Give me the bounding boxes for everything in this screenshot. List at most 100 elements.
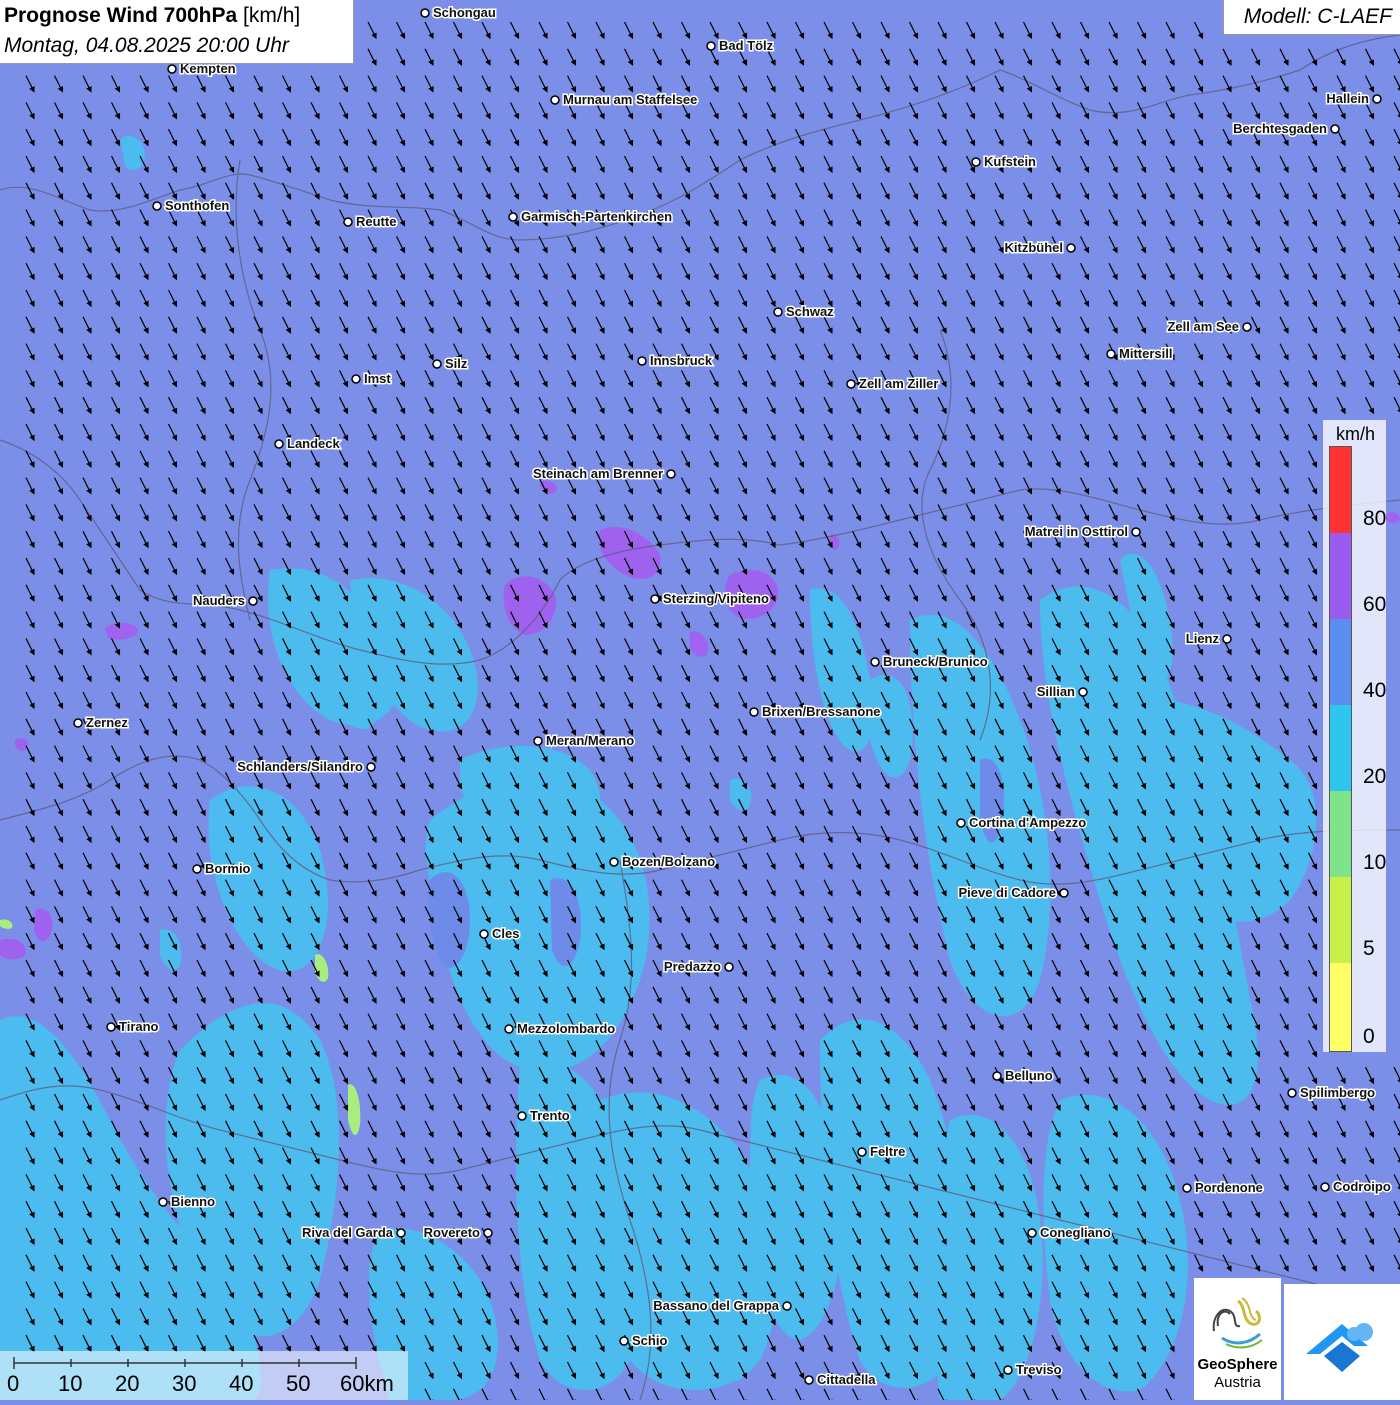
city-label: Bormio — [205, 861, 251, 876]
app-logo[interactable] — [1284, 1284, 1400, 1400]
forecast-datetime: Montag, 04.08.2025 20:00 Uhr — [4, 34, 289, 57]
city-dot — [1027, 1228, 1037, 1238]
model-label: Modell: C-LAEF — [1243, 5, 1392, 28]
map-title: Prognose Wind 700hPa [km/h] — [4, 4, 300, 28]
city-label: Berchtesgaden — [1233, 121, 1327, 136]
city-label: Hallein — [1326, 91, 1369, 106]
city-dot — [396, 1228, 406, 1238]
map-title-unit: [km/h] — [243, 4, 301, 27]
legend-color-bar — [1329, 446, 1352, 1052]
scale-label-40: 40 — [229, 1371, 254, 1396]
city-label: Imst — [364, 371, 391, 386]
geosphere-name: GeoSphere — [1197, 1356, 1278, 1373]
city-dot — [773, 307, 783, 317]
city-label: Pieve di Cadore — [958, 885, 1056, 900]
city-label: Sillian — [1037, 684, 1075, 699]
city-dot — [706, 41, 716, 51]
city-label: Silz — [445, 356, 468, 371]
city-label: Nauders — [193, 593, 245, 608]
title-box: Prognose Wind 700hPa [km/h] Montag, 04.0… — [0, 0, 354, 64]
city-dot — [870, 657, 880, 667]
city-label: Bruneck/Brunico — [883, 654, 988, 669]
city-dot — [609, 857, 619, 867]
city-label: Kufstein — [984, 154, 1036, 169]
city-label: Sterzing/Vipiteno — [663, 591, 769, 606]
city-dot — [1106, 349, 1116, 359]
legend-swatch-10 — [1330, 791, 1351, 877]
wind-map[interactable]: SchongauBad TölzKemptenMurnau am Staffel… — [0, 0, 1400, 1400]
legend-tick-60: 60 — [1363, 593, 1387, 616]
legend-swatch-80 — [1330, 447, 1351, 533]
city-dot — [666, 469, 676, 479]
city-label: Matrei in Osttirol — [1025, 524, 1128, 539]
legend-unit: km/h — [1336, 424, 1376, 444]
city-dot — [274, 439, 284, 449]
city-label: Bassano del Grappa — [653, 1298, 779, 1313]
city-dot — [1059, 888, 1069, 898]
city-label: Conegliano — [1040, 1225, 1111, 1240]
city-dot — [1066, 243, 1076, 253]
city-label: Zernez — [86, 715, 128, 730]
city-label: Kitzbühel — [1005, 240, 1064, 255]
city-label: Tirano — [119, 1019, 159, 1034]
city-dot — [1242, 322, 1252, 332]
geosphere-logo[interactable]: GeoSphere Austria — [1194, 1278, 1281, 1400]
city-label: Innsbruck — [650, 353, 713, 368]
city-label: Zell am See — [1167, 319, 1239, 334]
city-dot — [1372, 94, 1382, 104]
city-label: Brixen/Bressanone — [762, 704, 881, 719]
city-label: Predazzo — [664, 959, 721, 974]
city-label: Bozen/Bolzano — [622, 854, 715, 869]
legend-tick-0: 0 — [1363, 1025, 1375, 1048]
city-dot — [1222, 634, 1232, 644]
city-dot — [420, 8, 430, 18]
city-dot — [192, 864, 202, 874]
legend-swatch-40 — [1330, 619, 1351, 705]
city-dot — [533, 736, 543, 746]
city-label: Lienz — [1186, 631, 1220, 646]
city-dot — [167, 64, 177, 74]
geosphere-country: Austria — [1214, 1374, 1261, 1391]
city-dot — [517, 1111, 527, 1121]
city-label: Bienno — [171, 1194, 215, 1209]
city-dot — [782, 1301, 792, 1311]
city-dot — [158, 1197, 168, 1207]
city-dot — [749, 707, 759, 717]
city-dot — [1320, 1182, 1330, 1192]
legend-swatch-5 — [1330, 877, 1351, 963]
city-label: Zell am Ziller — [859, 376, 938, 391]
city-dot — [971, 157, 981, 167]
city-label: Cortina d'Ampezzo — [969, 815, 1086, 830]
city-dot — [366, 762, 376, 772]
city-label: Schlanders/Silandro — [237, 759, 363, 774]
legend-tick-10: 10 — [1363, 851, 1387, 874]
city-dot — [432, 359, 442, 369]
city-dot — [508, 212, 518, 222]
city-label: Steinach am Brenner — [533, 466, 663, 481]
city-dot — [248, 596, 258, 606]
city-label: Schongau — [433, 5, 496, 20]
city-label: Pordenone — [1195, 1180, 1263, 1195]
city-label: Murnau am Staffelsee — [563, 92, 697, 107]
city-dot — [1182, 1183, 1192, 1193]
city-label: Rovereto — [424, 1225, 480, 1240]
city-label: Mittersill — [1119, 346, 1172, 361]
city-dot — [152, 201, 162, 211]
scale-label-30: 30 — [172, 1371, 197, 1396]
city-label: Treviso — [1016, 1362, 1062, 1377]
city-label: Garmisch-Partenkirchen — [521, 209, 672, 224]
legend-tick-80: 80 — [1363, 507, 1387, 530]
city-dot — [343, 217, 353, 227]
city-dot — [1131, 527, 1141, 537]
city-dot — [846, 379, 856, 389]
city-label: Reutte — [356, 214, 396, 229]
city-dot — [550, 95, 560, 105]
city-dot — [1078, 687, 1088, 697]
city-dot — [1287, 1088, 1297, 1098]
city-dot — [351, 374, 361, 384]
city-label: Feltre — [870, 1144, 905, 1159]
city-label: Schio — [632, 1333, 667, 1348]
city-label: Spilimbergo — [1300, 1085, 1375, 1100]
city-dot — [956, 818, 966, 828]
legend-tick-20: 20 — [1363, 765, 1387, 788]
